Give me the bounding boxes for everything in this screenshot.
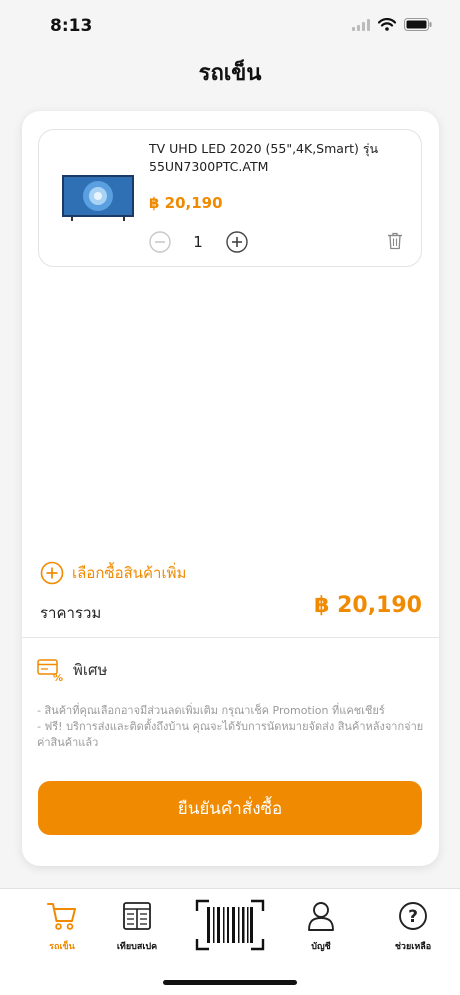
total-value: ฿ 20,190 (314, 593, 422, 618)
page-title: รถเข็น (198, 61, 262, 86)
tab-cart-label: รถเข็น (49, 942, 75, 952)
tab-account-label: บัญชี (311, 942, 331, 952)
status-bar: 8:13 (0, 0, 460, 50)
tab-compare[interactable]: เทียบสเปค (97, 901, 177, 953)
add-circle-icon (40, 561, 64, 585)
compare-icon (123, 902, 151, 930)
barcode-scan-icon[interactable] (195, 899, 265, 951)
product-price: ฿ 20,190 (149, 194, 223, 212)
promo-card-icon: % (37, 659, 63, 682)
tab-help-label: ช่วยเหลือ (394, 942, 432, 952)
cart-item: TV UHD LED 2020 (55",4K,Smart) รุ่น 55UN… (38, 129, 422, 267)
status-icons (352, 18, 432, 31)
tab-help[interactable]: ? ช่วยเหลือ (373, 901, 453, 953)
special-title: พิเศษ (73, 661, 108, 679)
cart-card: TV UHD LED 2020 (55",4K,Smart) รุ่น 55UN… (22, 111, 439, 866)
add-more-button[interactable]: เลือกซื้อสินค้าเพิ่ม (40, 561, 186, 585)
note-line: - ฟรี! บริการส่งและติดตั้งถึงบ้าน คุณจะไ… (37, 720, 424, 749)
trash-icon[interactable] (387, 232, 403, 250)
home-indicator (163, 980, 297, 985)
tab-account[interactable]: บัญชี (281, 901, 361, 953)
total-label: ราคารวม (40, 604, 102, 622)
user-icon (308, 902, 334, 931)
wifi-icon (378, 18, 396, 31)
tab-compare-label: เทียบสเปค (116, 942, 158, 952)
minus-icon[interactable] (149, 231, 171, 253)
svg-text:?: ? (408, 907, 418, 927)
note-line: - สินค้าที่คุณเลือกอาจมีส่วนลดเพิ่มเติม … (37, 704, 385, 717)
tab-bar: รถเข็น เทียบสเปค บัญชี ? ช่วยเหลือ (0, 888, 460, 995)
special-notes: - สินค้าที่คุณเลือกอาจมีส่วนลดเพิ่มเติม … (37, 703, 429, 751)
signal-icon (352, 18, 370, 31)
add-more-label: เลือกซื้อสินค้าเพิ่ม (72, 564, 187, 582)
tv-product-image (62, 175, 134, 221)
battery-icon (404, 18, 432, 31)
tab-cart[interactable]: รถเข็น (22, 901, 102, 953)
help-icon: ? (399, 902, 427, 930)
cart-icon (47, 903, 76, 930)
product-name[interactable]: TV UHD LED 2020 (55",4K,Smart) รุ่น 55UN… (149, 140, 415, 176)
quantity-value: 1 (193, 233, 203, 251)
special-section: % พิเศษ (37, 658, 107, 682)
plus-icon[interactable] (226, 231, 248, 253)
status-time: 8:13 (50, 16, 93, 36)
confirm-order-button[interactable]: ยืนยันคำสั่งซื้อ (38, 781, 422, 835)
divider (22, 637, 439, 638)
svg-text:%: % (53, 673, 63, 682)
